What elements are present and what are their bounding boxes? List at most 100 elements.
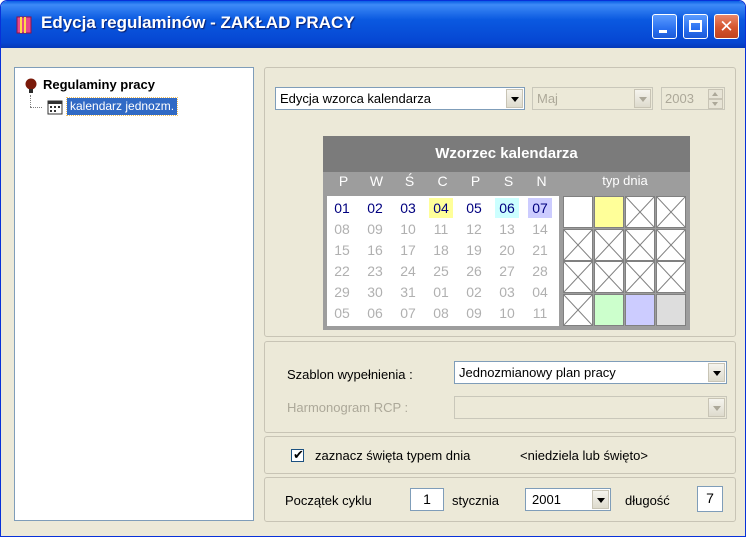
calendar-day-cell[interactable]: 23: [363, 261, 387, 281]
calendar-day-cell[interactable]: 11: [429, 219, 453, 239]
calendar-day-cell[interactable]: 03: [396, 198, 420, 218]
calendar-day-cell[interactable]: 26: [462, 261, 486, 281]
day-type-empty-cell[interactable]: [625, 196, 655, 228]
calendar-day-cell[interactable]: 15: [330, 240, 354, 260]
day-header: N: [536, 173, 547, 189]
cross-icon: [625, 229, 655, 260]
calendar-day-cell[interactable]: 29: [330, 282, 354, 302]
calendar-day-cell[interactable]: 07: [528, 198, 552, 218]
holiday-note: <niedziela lub święto>: [520, 448, 648, 463]
calendar-day-cell[interactable]: 03: [495, 282, 519, 302]
day-type-empty-cell[interactable]: [656, 261, 686, 293]
day-type-empty-cell[interactable]: [656, 196, 686, 228]
calendar-day-cell[interactable]: 08: [429, 303, 453, 323]
calendar-day-cell[interactable]: 04: [528, 282, 552, 302]
cross-icon: [563, 229, 593, 260]
mode-select-value: Edycja wzorca kalendarza: [280, 91, 432, 106]
tree-item-calendar[interactable]: kalendarz jednozm.: [65, 97, 179, 116]
schedule-label: Harmonogram RCP :: [287, 400, 409, 415]
calendar-days-grid[interactable]: 01 02 03 04 05 06 07 08 09 10 11 12 13 14 15 16 17 18 19 20…: [327, 196, 559, 326]
calendar-day-cell[interactable]: 10: [495, 303, 519, 323]
calendar-day-cell[interactable]: 01: [429, 282, 453, 302]
day-type-color-cell[interactable]: [625, 293, 655, 326]
cycle-year-value: 2001: [532, 492, 561, 507]
calendar-day-cell[interactable]: 05: [330, 303, 354, 323]
maximize-button[interactable]: [683, 14, 708, 39]
cycle-length-label: długość: [625, 493, 670, 508]
calendar-day-cell[interactable]: 13: [495, 219, 519, 239]
day-type-color-cell[interactable]: [563, 196, 593, 228]
lightbulb-icon: [25, 78, 37, 93]
calendar-day-cell[interactable]: 05: [462, 198, 486, 218]
cycle-year-dropdown-button[interactable]: [592, 490, 609, 509]
template-dropdown-button[interactable]: [708, 363, 725, 382]
calendar-day-cell[interactable]: 25: [429, 261, 453, 281]
calendar-day-cell[interactable]: 08: [330, 219, 354, 239]
day-type-empty-cell[interactable]: [594, 261, 624, 293]
regulations-tree[interactable]: Regulaminy pracy kalendarz jednozm.: [14, 67, 254, 521]
calendar-day-cell[interactable]: 18: [429, 240, 453, 260]
day-type-empty-cell[interactable]: [563, 228, 593, 261]
calendar-day-cell[interactable]: 27: [495, 261, 519, 281]
cross-icon: [656, 261, 686, 293]
calendar-day-cell[interactable]: 19: [462, 240, 486, 260]
calendar-day-cell[interactable]: 12: [462, 219, 486, 239]
minimize-icon: [659, 30, 667, 33]
calendar-day-cell[interactable]: 07: [396, 303, 420, 323]
month-select: Maj: [532, 87, 653, 110]
day-header: P: [470, 173, 481, 189]
cross-icon: [625, 196, 655, 228]
calendar-day-cell[interactable]: 21: [528, 240, 552, 260]
calendar-day-cell[interactable]: 04: [429, 198, 453, 218]
cycle-day-field[interactable]: 1: [410, 488, 444, 511]
cycle-year-select[interactable]: 2001: [525, 488, 611, 511]
calendar-day-cell[interactable]: 22: [330, 261, 354, 281]
calendar-day-cell[interactable]: 01: [330, 198, 354, 218]
cross-icon: [625, 261, 655, 293]
day-header: Ś: [404, 173, 415, 189]
calendar-day-cell[interactable]: 17: [396, 240, 420, 260]
calendar-day-cell[interactable]: 06: [495, 198, 519, 218]
calendar-day-cell[interactable]: 06: [363, 303, 387, 323]
mode-dropdown-button[interactable]: [506, 89, 523, 108]
minimize-button[interactable]: [652, 14, 677, 39]
cycle-length-field[interactable]: 7: [697, 486, 723, 512]
chevron-down-icon: [713, 371, 721, 376]
calendar-day-cell[interactable]: 16: [363, 240, 387, 260]
calendar-day-cell[interactable]: 24: [396, 261, 420, 281]
calendar-day-cell[interactable]: 31: [396, 282, 420, 302]
close-button[interactable]: ✕: [714, 14, 739, 39]
calendar-icon: [47, 100, 63, 115]
calendar-day-cell[interactable]: 09: [462, 303, 486, 323]
day-type-grid[interactable]: [563, 196, 687, 326]
day-type-empty-cell[interactable]: [656, 228, 686, 261]
day-type-empty-cell[interactable]: [563, 261, 593, 293]
day-type-color-cell[interactable]: [656, 293, 686, 326]
holiday-checkbox-label[interactable]: zaznacz święta typem dnia: [315, 448, 470, 463]
calendar-day-cell[interactable]: 09: [363, 219, 387, 239]
calendar-day-cell[interactable]: 28: [528, 261, 552, 281]
day-header: W: [369, 173, 384, 189]
calendar-day-cell[interactable]: 02: [462, 282, 486, 302]
calendar-day-cell[interactable]: 11: [528, 303, 552, 323]
day-type-empty-cell[interactable]: [625, 261, 655, 293]
calendar-day-cell[interactable]: 30: [363, 282, 387, 302]
tree-connector: [30, 107, 42, 108]
day-type-color-cell[interactable]: [594, 196, 624, 228]
day-type-empty-cell[interactable]: [563, 293, 593, 326]
template-select[interactable]: Jednozmianowy plan pracy: [454, 361, 727, 384]
day-type-color-cell[interactable]: [594, 293, 624, 326]
cross-icon: [656, 229, 686, 260]
calendar-day-cell[interactable]: 14: [528, 219, 552, 239]
calendar-day-cell[interactable]: 10: [396, 219, 420, 239]
chevron-down-icon: [511, 97, 519, 102]
calendar-day-cell[interactable]: 20: [495, 240, 519, 260]
day-type-empty-cell[interactable]: [594, 228, 624, 261]
day-type-empty-cell[interactable]: [625, 228, 655, 261]
window-title: Edycja regulaminów - ZAKŁAD PRACY: [41, 13, 355, 32]
holiday-checkbox[interactable]: ✔: [291, 447, 304, 462]
title-bar[interactable]: Edycja regulaminów - ZAKŁAD PRACY ✕: [1, 1, 745, 48]
cycle-length-value: 7: [706, 490, 714, 506]
calendar-day-cell[interactable]: 02: [363, 198, 387, 218]
mode-select[interactable]: Edycja wzorca kalendarza: [275, 87, 525, 110]
